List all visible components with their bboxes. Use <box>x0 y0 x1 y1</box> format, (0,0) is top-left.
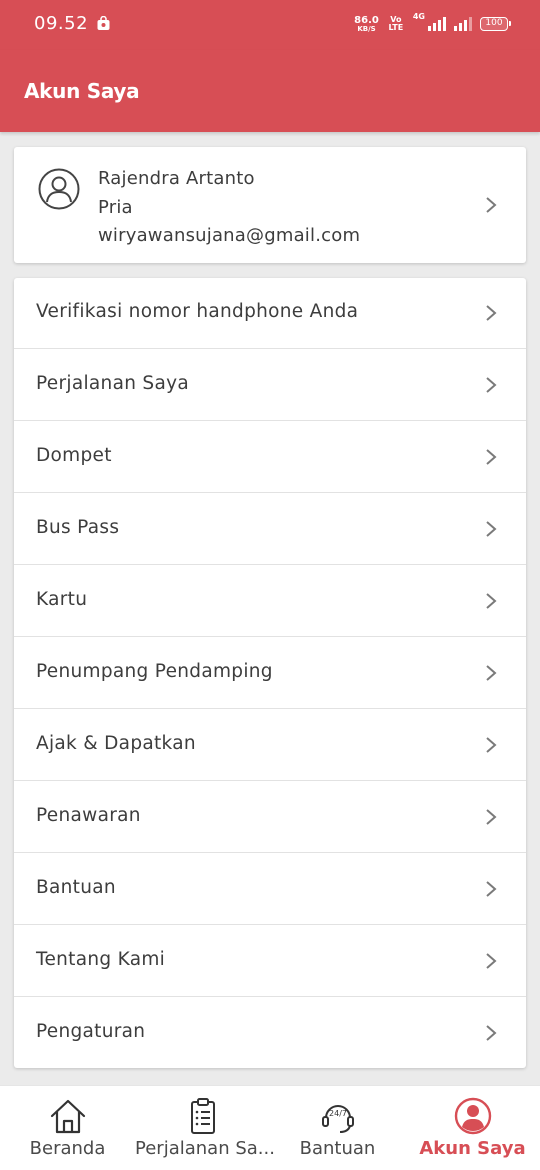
status-bar: 09.52 86.0 KB/S Vo LTE 4G 100 <box>0 0 540 50</box>
signal-strength-secondary-icon <box>454 17 472 31</box>
nav-tab-label: Bantuan <box>299 1138 376 1159</box>
chevron-right-icon <box>486 593 497 609</box>
menu-item-label: Pengaturan <box>36 1021 146 1042</box>
status-time: 09.52 <box>34 13 89 34</box>
notification-bag-icon <box>97 16 110 30</box>
menu-item-settings[interactable]: Pengaturan <box>14 998 526 1069</box>
status-indicators: 86.0 KB/S Vo LTE 4G 100 <box>354 12 511 36</box>
menu-item-label: Penawaran <box>36 805 141 826</box>
menu-item-refer-earn[interactable]: Ajak & Dapatkan <box>14 710 526 781</box>
nav-tab-home[interactable]: Beranda <box>0 1086 135 1170</box>
menu-item-label: Perjalanan Saya <box>36 373 189 394</box>
network-type: 4G <box>412 12 425 21</box>
signal-strength-icon <box>428 17 446 31</box>
svg-text:24/7: 24/7 <box>329 1109 347 1118</box>
profile-gender: Pria <box>98 196 133 218</box>
profile-info: Rajendra Artanto Pria wiryawansujana@gma… <box>98 165 360 251</box>
avatar-icon <box>38 168 80 210</box>
menu-item-offers[interactable]: Penawaran <box>14 782 526 853</box>
menu-item-verify-phone[interactable]: Verifikasi nomor handphone Anda <box>14 278 526 349</box>
nav-tab-label: Beranda <box>29 1138 106 1159</box>
nav-tab-label: Perjalanan Sa... <box>135 1138 275 1159</box>
menu-item-label: Bus Pass <box>36 517 120 538</box>
chevron-right-icon <box>486 449 497 465</box>
chevron-right-icon <box>486 377 497 393</box>
page-title: Akun Saya <box>24 79 140 103</box>
chevron-right-icon <box>486 953 497 969</box>
menu-item-label: Tentang Kami <box>36 949 166 970</box>
chevron-right-icon <box>486 881 497 897</box>
menu-item-co-passengers[interactable]: Penumpang Pendamping <box>14 638 526 709</box>
nav-tab-my-trips[interactable]: Perjalanan Sa... <box>135 1086 275 1170</box>
profile-card[interactable]: Rajendra Artanto Pria wiryawansujana@gma… <box>14 147 526 263</box>
menu-item-wallet[interactable]: Dompet <box>14 422 526 493</box>
menu-item-card[interactable]: Kartu <box>14 566 526 637</box>
volte-indicator: Vo LTE <box>388 15 404 32</box>
network-speed: 86.0 KB/S <box>354 14 379 33</box>
nav-tab-help[interactable]: 24/7 Bantuan <box>270 1086 405 1170</box>
account-icon <box>454 1097 492 1135</box>
menu-item-label: Penumpang Pendamping <box>36 661 273 682</box>
chevron-right-icon <box>486 737 497 753</box>
battery-icon: 100 <box>480 17 511 31</box>
nav-tab-label: Akun Saya <box>419 1138 526 1159</box>
menu-item-label: Bantuan <box>36 877 116 898</box>
bottom-navigation: Beranda Perjalanan Sa... 24/7 Bantuan Ak… <box>0 1085 540 1170</box>
chevron-right-icon <box>486 665 497 681</box>
nav-tab-my-account[interactable]: Akun Saya <box>405 1086 540 1170</box>
chevron-right-icon <box>486 1025 497 1041</box>
account-menu: Verifikasi nomor handphone Anda Perjalan… <box>14 278 526 1068</box>
menu-item-about-us[interactable]: Tentang Kami <box>14 926 526 997</box>
menu-item-label: Ajak & Dapatkan <box>36 733 196 754</box>
profile-email: wiryawansujana@gmail.com <box>98 225 361 246</box>
chevron-right-icon <box>486 809 497 825</box>
menu-item-my-trips[interactable]: Perjalanan Saya <box>14 350 526 421</box>
menu-item-help[interactable]: Bantuan <box>14 854 526 925</box>
menu-item-label: Kartu <box>36 589 88 610</box>
app-bar: Akun Saya <box>0 50 540 132</box>
menu-item-label: Verifikasi nomor handphone Anda <box>36 301 359 322</box>
menu-item-bus-pass[interactable]: Bus Pass <box>14 494 526 565</box>
clipboard-icon <box>191 1098 215 1134</box>
chevron-right-icon <box>486 305 497 321</box>
chevron-right-icon <box>486 197 497 213</box>
support-24-7-icon: 24/7 <box>322 1105 354 1133</box>
home-icon <box>50 1099 86 1134</box>
profile-name: Rajendra Artanto <box>98 168 255 189</box>
chevron-right-icon <box>486 521 497 537</box>
menu-item-label: Dompet <box>36 445 112 466</box>
